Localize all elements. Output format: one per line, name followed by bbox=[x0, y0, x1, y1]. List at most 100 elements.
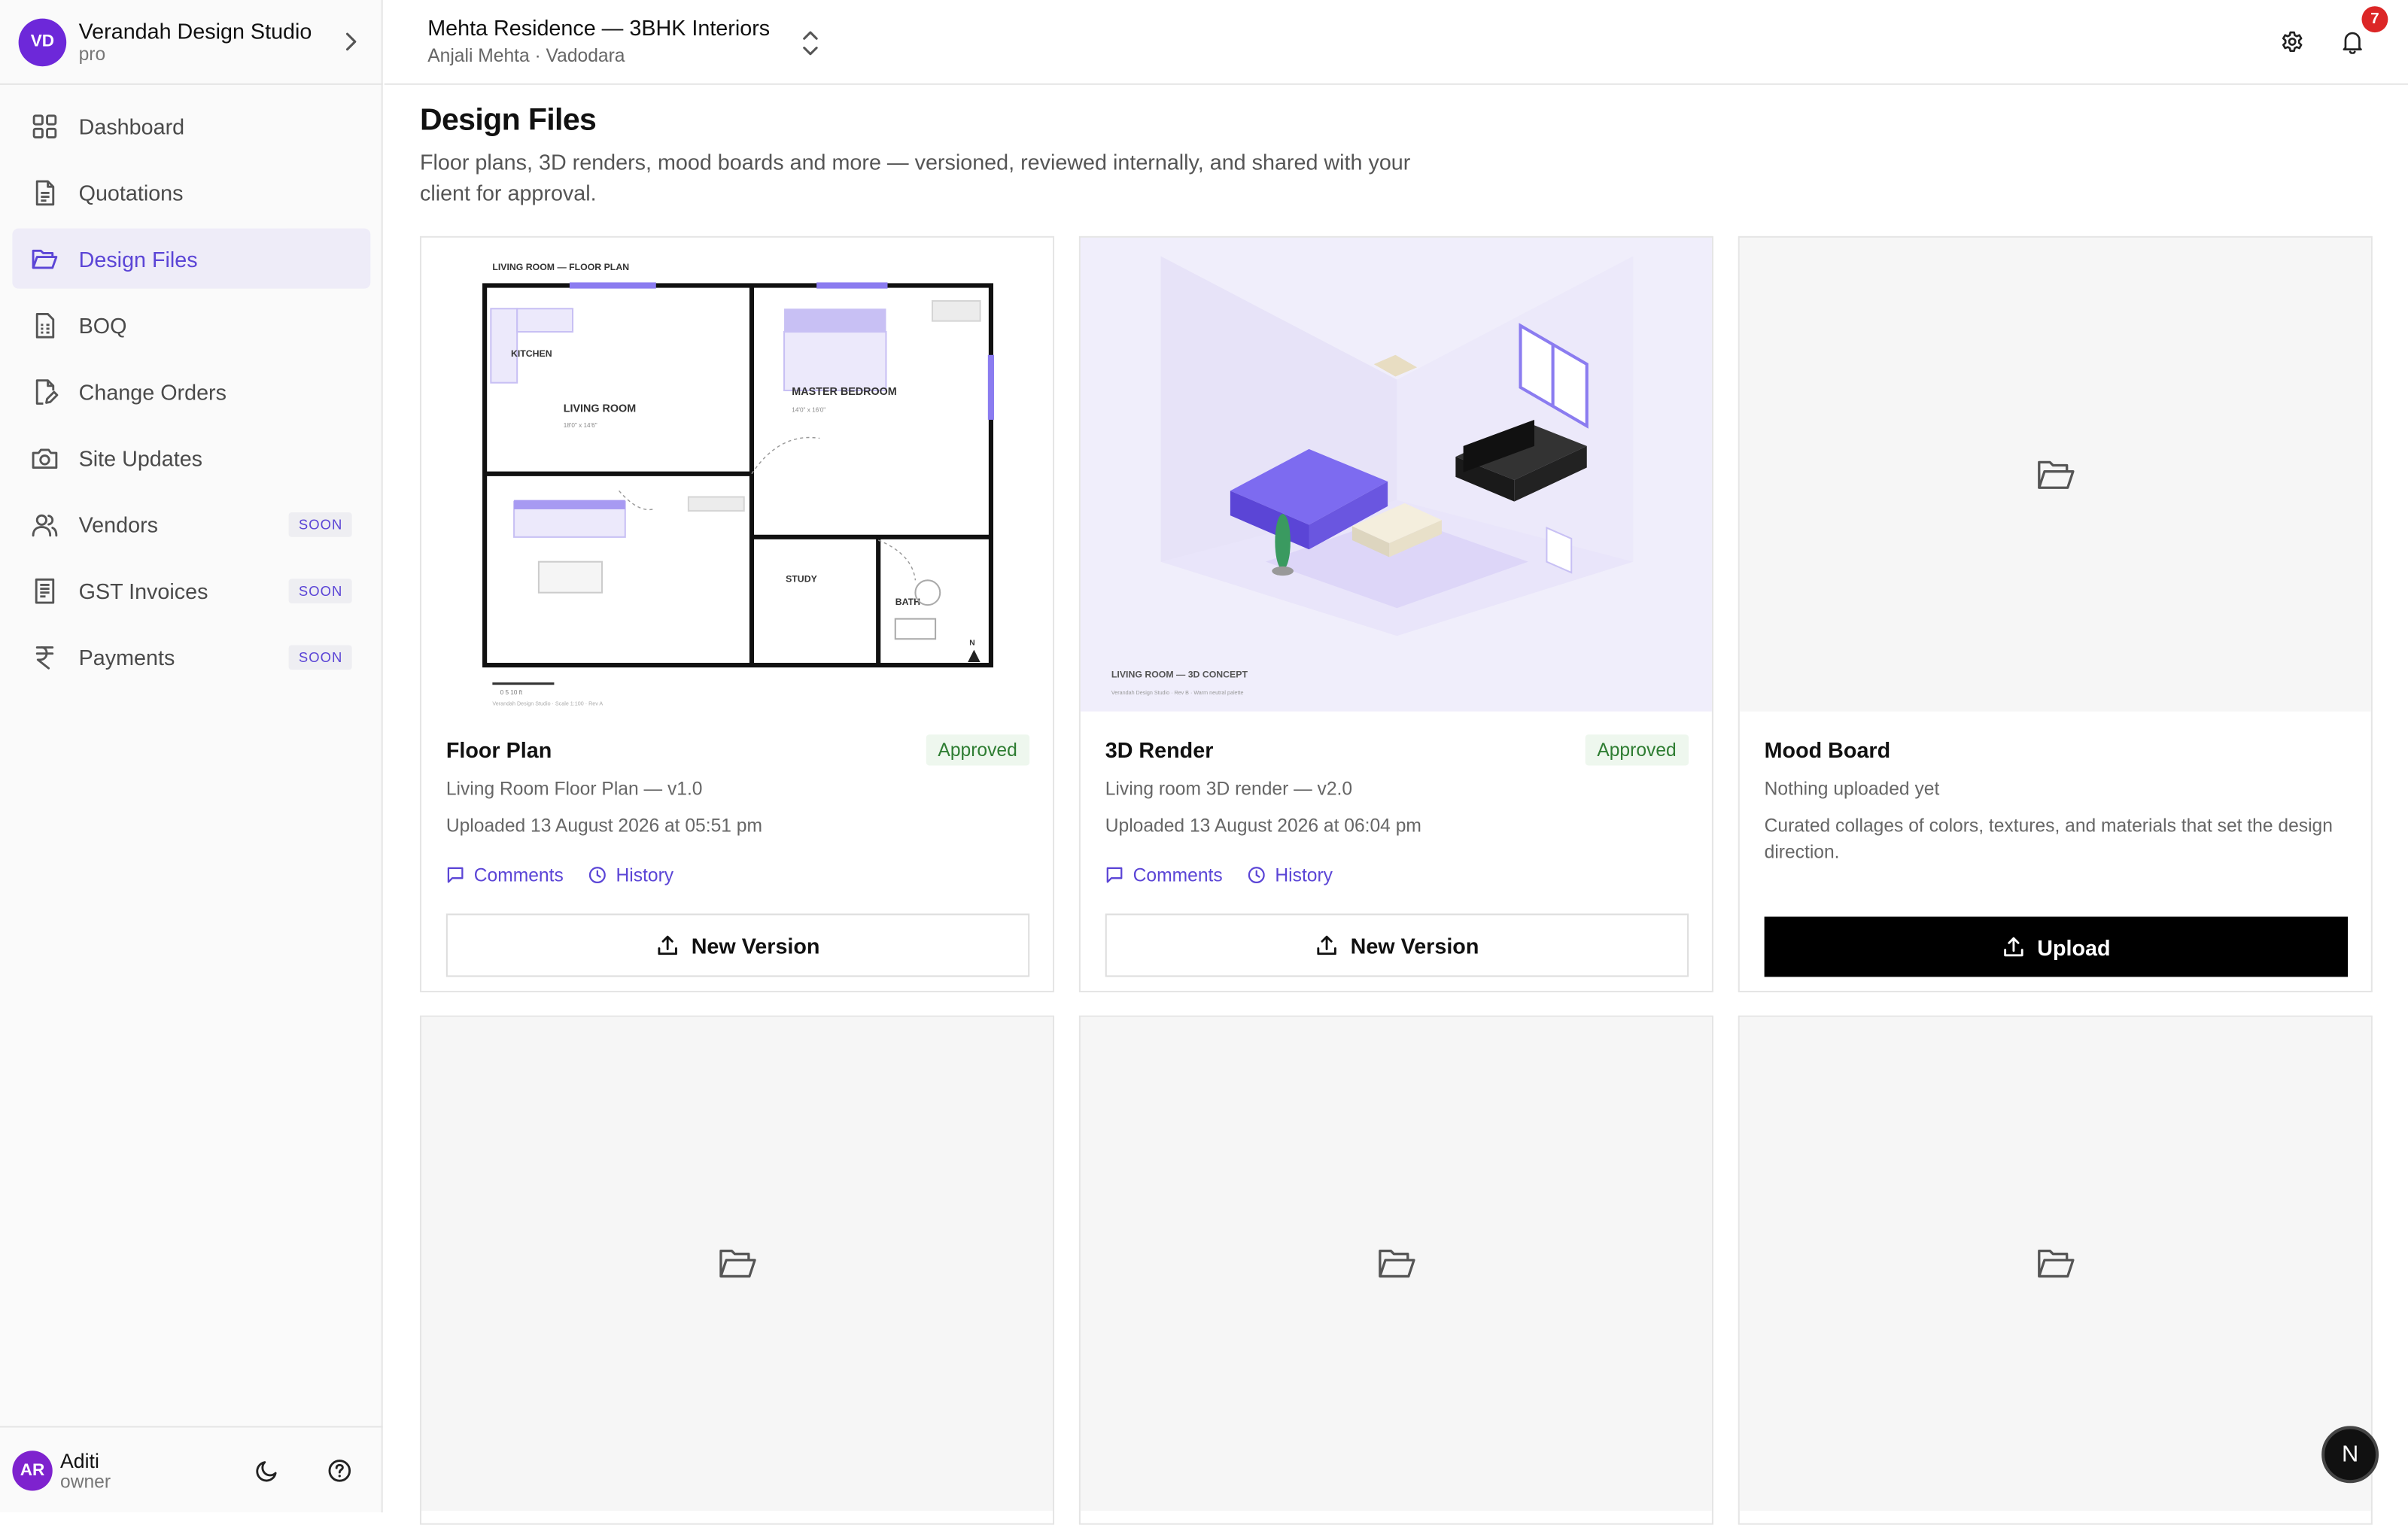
upload-icon bbox=[2003, 937, 2023, 957]
floor-plan-thumbnail[interactable]: LIVING ROOM — FLOOR PLAN KITCHEN LIVING … bbox=[421, 237, 1053, 712]
card-links: Comments History bbox=[1105, 864, 1358, 886]
kitchen-counter bbox=[516, 308, 574, 333]
sidebar-item-label: Vendors bbox=[78, 512, 159, 536]
card-links: Comments History bbox=[446, 864, 698, 886]
sidebar-item-label: Change Orders bbox=[78, 378, 227, 404]
coffee-table bbox=[537, 560, 604, 594]
sidebar-item-quotations[interactable]: Quotations bbox=[12, 162, 370, 222]
status-badge: Approved bbox=[1584, 734, 1689, 766]
sidebar-nav: Dashboard Quotations Design Files BOQ Ch… bbox=[12, 96, 371, 693]
floor-plan-footer: Verandah Design Studio · Scale 1:100 · R… bbox=[492, 700, 603, 706]
sidebar-item-label: Design Files bbox=[78, 246, 198, 272]
design-file-card-placeholder bbox=[1738, 1015, 2373, 1525]
upload-label: Upload bbox=[2037, 934, 2111, 959]
soon-badge: SOON bbox=[289, 645, 352, 670]
file-placeholder[interactable] bbox=[1739, 1016, 2371, 1511]
notification-count-badge: 7 bbox=[2361, 6, 2388, 33]
history-link[interactable]: History bbox=[1247, 864, 1333, 886]
mood-board-placeholder[interactable] bbox=[1739, 237, 2371, 712]
file-placeholder[interactable] bbox=[1080, 1016, 1712, 1511]
gear-icon bbox=[2282, 31, 2303, 53]
chevron-right-icon bbox=[346, 32, 357, 51]
topbar: Mehta Residence — 3BHK Interiors Anjali … bbox=[384, 0, 2408, 85]
camera-icon bbox=[31, 444, 59, 472]
document-icon bbox=[31, 178, 59, 206]
render-plant-pot bbox=[1272, 566, 1294, 576]
room-label-master: MASTER BEDROOM bbox=[792, 386, 896, 398]
comment-icon bbox=[1106, 867, 1123, 883]
sidebar-item-dashboard[interactable]: Dashboard bbox=[12, 96, 370, 156]
comment-icon bbox=[447, 867, 464, 883]
floor-plan-drawing: LIVING ROOM — FLOOR PLAN KITCHEN LIVING … bbox=[482, 262, 995, 706]
rupee-icon bbox=[31, 643, 59, 670]
sidebar-item-design-files[interactable]: Design Files bbox=[12, 228, 371, 289]
card-title: Mood Board bbox=[1764, 737, 1891, 763]
project-title: Mehta Residence — 3BHK Interiors bbox=[427, 15, 771, 41]
room-label-study: STUDY bbox=[786, 573, 817, 584]
notifications-button[interactable] bbox=[2339, 28, 2367, 56]
history-label: History bbox=[1275, 864, 1333, 886]
app-root: VD Verandah Design Studio pro Dashboard … bbox=[0, 0, 2408, 1525]
card-title: Floor Plan bbox=[445, 737, 552, 763]
design-file-card-placeholder bbox=[419, 1015, 1055, 1525]
user-text: Aditi owner bbox=[60, 1448, 111, 1491]
file-edit-icon bbox=[31, 378, 59, 406]
settings-button[interactable] bbox=[2279, 28, 2306, 56]
scale-label: 0 5 10 ft bbox=[500, 689, 523, 696]
chevrons-up-down-icon[interactable] bbox=[798, 28, 823, 59]
render-thumbnail[interactable]: LIVING ROOM — 3D CONCEPT Verandah Design… bbox=[1080, 237, 1712, 712]
render-drawing: LIVING ROOM — 3D CONCEPT Verandah Design… bbox=[1111, 256, 1634, 696]
help-button[interactable] bbox=[326, 1457, 354, 1484]
theme-toggle-button[interactable] bbox=[253, 1457, 281, 1484]
workspace-switcher[interactable]: VD Verandah Design Studio pro bbox=[0, 0, 383, 85]
sidebar-item-payments[interactable]: Payments SOON bbox=[12, 627, 370, 687]
upload-timestamp: Uploaded 13 August 2026 at 05:51 pm bbox=[445, 815, 762, 837]
room-label-kitchen: KITCHEN bbox=[511, 348, 552, 359]
new-version-button[interactable]: New Version bbox=[1105, 913, 1689, 977]
help-circle-icon bbox=[328, 1460, 351, 1482]
floor-plan-window bbox=[816, 282, 888, 289]
room-dim-master: 14'0" x 16'0" bbox=[792, 407, 825, 414]
workspace-name: Verandah Design Studio bbox=[78, 18, 312, 44]
floor-plan-window bbox=[987, 354, 995, 420]
sidebar-item-change-orders[interactable]: Change Orders bbox=[12, 361, 370, 421]
project-switcher[interactable]: Mehta Residence — 3BHK Interiors Anjali … bbox=[427, 16, 770, 68]
upload-button[interactable]: Upload bbox=[1764, 916, 2349, 977]
folder-open-icon bbox=[719, 1249, 756, 1278]
history-link[interactable]: History bbox=[588, 864, 674, 886]
bed-headboard bbox=[784, 308, 886, 333]
status-badge: Approved bbox=[926, 734, 1030, 766]
design-file-card-placeholder bbox=[1078, 1015, 1713, 1525]
comments-link[interactable]: Comments bbox=[1105, 864, 1223, 886]
room-label-living: LIVING ROOM bbox=[564, 403, 636, 415]
page-title: Design Files bbox=[419, 103, 597, 138]
sidebar-item-boq[interactable]: BOQ bbox=[12, 295, 370, 355]
north-label: N bbox=[969, 639, 974, 647]
design-file-card-3d-render: LIVING ROOM — 3D CONCEPT Verandah Design… bbox=[1078, 235, 1713, 992]
sidebar-item-vendors[interactable]: Vendors SOON bbox=[12, 494, 370, 554]
comments-link[interactable]: Comments bbox=[446, 864, 564, 886]
folder-open-icon bbox=[1378, 1249, 1415, 1278]
card-description: Curated collages of colors, textures, an… bbox=[1764, 815, 2333, 863]
sidebar-item-label: Site Updates bbox=[78, 445, 203, 470]
folder-open-icon bbox=[31, 245, 59, 272]
user-profile[interactable]: AR Aditi owner bbox=[0, 1426, 383, 1512]
sidebar: VD Verandah Design Studio pro Dashboard … bbox=[0, 0, 383, 1513]
kitchen-counter bbox=[490, 308, 518, 384]
dev-tools-button[interactable]: N bbox=[2321, 1426, 2379, 1484]
tv-unit bbox=[687, 496, 745, 512]
file-version: Living Room Floor Plan — v1.0 bbox=[445, 777, 703, 800]
sidebar-item-label: BOQ bbox=[78, 312, 127, 338]
file-placeholder[interactable] bbox=[421, 1016, 1053, 1511]
folder-open-icon bbox=[2037, 460, 2074, 488]
history-label: History bbox=[616, 864, 674, 886]
sidebar-item-site-updates[interactable]: Site Updates bbox=[12, 427, 370, 488]
sofa-back bbox=[514, 500, 625, 509]
clock-icon bbox=[1248, 867, 1265, 884]
sidebar-item-gst-invoices[interactable]: GST Invoices SOON bbox=[12, 560, 370, 621]
new-version-label: New Version bbox=[691, 933, 820, 958]
new-version-button[interactable]: New Version bbox=[445, 913, 1030, 977]
sidebar-item-label: Payments bbox=[78, 644, 175, 670]
file-version: Living room 3D render — v2.0 bbox=[1105, 777, 1353, 800]
page-description: Floor plans, 3D renders, mood boards and… bbox=[419, 149, 1411, 205]
